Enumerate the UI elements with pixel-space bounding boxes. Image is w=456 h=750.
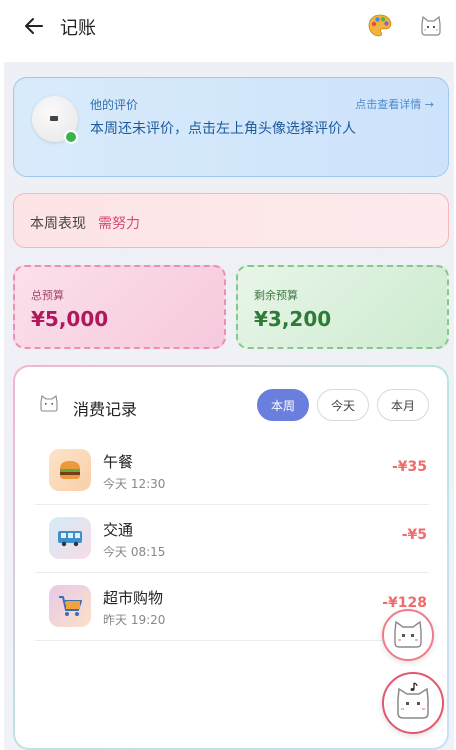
cat-assistant-button[interactable] [382, 609, 434, 661]
evaluation-card[interactable]: 他的评价 点击查看详情 → 本周还未评价，点击左上角头像选择评价人 [13, 77, 449, 177]
palette-icon[interactable] [366, 12, 394, 40]
shopping-cart-icon [49, 585, 91, 627]
filter-month-tab[interactable]: 本月 [377, 389, 429, 421]
remaining-budget-label: 剩余预算 [254, 289, 298, 302]
remaining-budget-value: ¥3,200 [254, 307, 332, 331]
cat-avatar-icon[interactable] [418, 14, 444, 38]
record-name: 午餐 [103, 453, 134, 471]
bus-icon [49, 517, 91, 559]
records-list: 午餐 今天 12:30 -¥35 交通 今天 08:15 -¥5 超市购物 昨天… [35, 437, 429, 641]
total-budget-card[interactable]: 总预算 ¥5,000 [13, 265, 226, 349]
weekly-performance-value: 需努力 [98, 216, 140, 232]
weekly-performance-label: 本周表现 [30, 216, 86, 232]
online-status-dot [64, 130, 78, 144]
list-item[interactable]: 交通 今天 08:15 -¥5 [35, 505, 429, 573]
camera-icon [50, 116, 58, 121]
filter-today-tab[interactable]: 今天 [317, 389, 369, 421]
burger-icon [49, 449, 91, 491]
total-budget-label: 总预算 [31, 289, 64, 302]
record-time: 昨天 19:20 [103, 613, 166, 627]
list-item[interactable]: 超市购物 昨天 19:20 -¥128 [35, 573, 429, 641]
record-name: 交通 [103, 521, 134, 539]
cat-icon [40, 395, 58, 412]
record-amount: -¥35 [391, 459, 427, 475]
cat-icon [394, 620, 422, 648]
top-bar: 记账 [0, 0, 456, 54]
back-arrow-icon[interactable] [22, 14, 46, 38]
evaluation-text: 本周还未评价，点击左上角头像选择评价人 [90, 121, 356, 137]
total-budget-value: ¥5,000 [31, 307, 109, 331]
weekly-performance-card: 本周表现 需努力 [13, 193, 449, 248]
record-name: 超市购物 [103, 589, 164, 607]
record-amount: -¥5 [401, 527, 427, 543]
evaluation-label: 他的评价 [90, 98, 139, 112]
filter-week-tab[interactable]: 本周 [257, 389, 309, 421]
list-item[interactable]: 午餐 今天 12:30 -¥35 [35, 437, 429, 505]
page-title: 记账 [60, 18, 96, 39]
view-details-link[interactable]: 点击查看详情 → [355, 96, 434, 112]
cat-music-icon [397, 682, 429, 719]
records-title: 消费记录 [73, 400, 138, 419]
remaining-budget-card[interactable]: 剩余预算 ¥3,200 [236, 265, 449, 349]
evaluator-avatar[interactable] [32, 96, 78, 144]
record-time: 今天 12:30 [103, 477, 166, 491]
record-time: 今天 08:15 [103, 545, 166, 559]
cat-music-button[interactable] [382, 672, 444, 734]
